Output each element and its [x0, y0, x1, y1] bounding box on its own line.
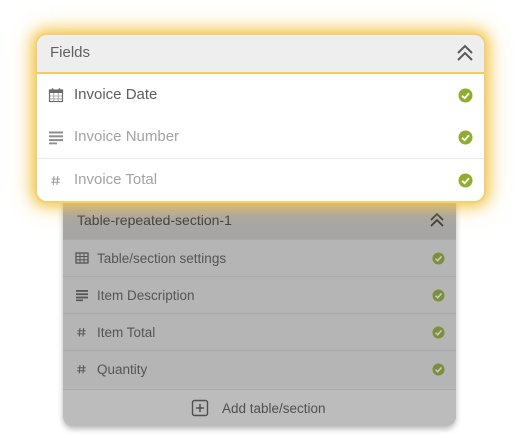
add-table-section-label: Add table/section [222, 401, 326, 416]
check-circle-icon [432, 252, 445, 265]
table-grid-icon [75, 252, 89, 264]
check-circle-icon [458, 130, 473, 145]
double-chevron-up-icon[interactable] [454, 42, 476, 64]
field-row-invoice-number[interactable]: Invoice Number [37, 116, 484, 158]
table-row-settings[interactable]: Table/section settings [63, 239, 456, 277]
text-lines-icon [76, 290, 88, 302]
table-section-header[interactable]: Table-repeated-section-1 [63, 201, 456, 239]
hash-icon [77, 327, 86, 337]
check-circle-icon [432, 363, 445, 376]
table-row-label: Item Total [97, 325, 156, 340]
add-table-section-button[interactable]: Add table/section [63, 389, 456, 426]
plus-square-icon [191, 399, 209, 417]
hash-icon [77, 364, 86, 374]
fields-title: Fields [50, 44, 91, 61]
check-circle-icon [432, 289, 445, 302]
fields-panel: Fields Invoice Date Invoice Number Invoi… [37, 35, 484, 201]
text-lines-icon [49, 131, 63, 145]
table-section-title: Table-repeated-section-1 [77, 212, 232, 228]
field-row-label: Invoice Number [74, 128, 180, 145]
check-circle-icon [432, 326, 445, 339]
table-section-panel: Table-repeated-section-1 Table/section s… [63, 190, 456, 426]
check-circle-icon [458, 173, 473, 188]
table-row-item-description[interactable]: Item Description [63, 276, 456, 314]
hash-icon [51, 175, 60, 186]
field-row-invoice-total[interactable]: Invoice Total [37, 158, 484, 201]
field-row-label: Invoice Date [74, 86, 158, 103]
double-chevron-up-icon[interactable] [427, 210, 447, 230]
fields-header[interactable]: Fields [37, 35, 484, 74]
calendar-icon [48, 88, 64, 103]
field-row-invoice-date[interactable]: Invoice Date [37, 74, 484, 118]
table-row-label: Table/section settings [97, 251, 227, 266]
table-row-label: Item Description [97, 288, 195, 303]
field-row-label: Invoice Total [74, 171, 158, 188]
table-row-label: Quantity [97, 362, 148, 377]
check-circle-icon [458, 88, 473, 103]
table-row-quantity[interactable]: Quantity [63, 350, 456, 388]
table-row-item-total[interactable]: Item Total [63, 313, 456, 351]
